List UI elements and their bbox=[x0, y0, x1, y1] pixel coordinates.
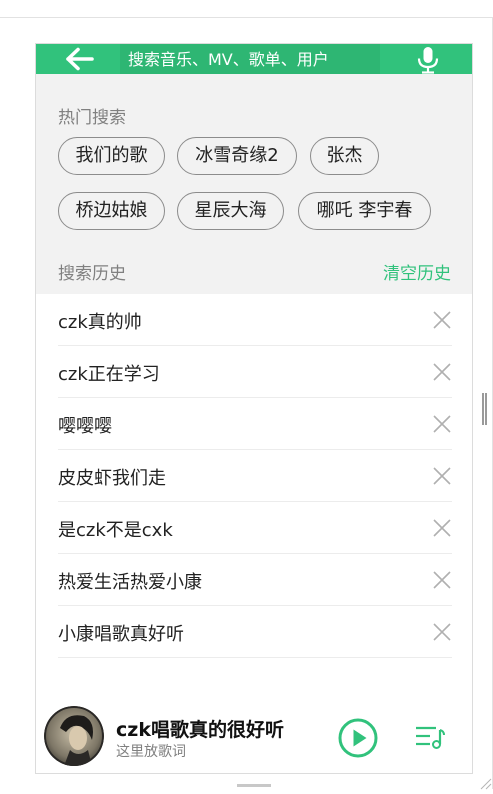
history-item-label: czk正在学习 bbox=[58, 364, 160, 385]
history-item[interactable]: 小康唱歌真好听 bbox=[58, 606, 452, 658]
delete-history-button[interactable] bbox=[432, 362, 452, 382]
hot-tag[interactable]: 冰雪奇缘2 bbox=[177, 137, 297, 175]
hot-tag[interactable]: 桥边姑娘 bbox=[58, 192, 165, 230]
close-icon bbox=[433, 519, 451, 537]
album-art-image bbox=[44, 706, 104, 766]
album-cover[interactable] bbox=[44, 706, 104, 766]
history-item[interactable]: 皮皮虾我们走 bbox=[58, 450, 452, 502]
history-item[interactable]: czk真的帅 bbox=[58, 294, 452, 346]
delete-history-button[interactable] bbox=[432, 622, 452, 642]
bottom-resize-handle[interactable] bbox=[237, 784, 271, 787]
history-item[interactable]: 热爱生活热爱小康 bbox=[58, 554, 452, 606]
resize-grip[interactable] bbox=[482, 393, 487, 425]
close-icon bbox=[433, 415, 451, 433]
close-icon bbox=[433, 623, 451, 641]
history-item-label: 热爱生活热爱小康 bbox=[58, 572, 202, 593]
song-lyric: 这里放歌词 bbox=[116, 744, 186, 760]
search-header bbox=[36, 44, 472, 74]
history-item[interactable]: czk正在学习 bbox=[58, 346, 452, 398]
history-item[interactable]: 是czk不是cxk bbox=[58, 502, 452, 554]
delete-history-button[interactable] bbox=[432, 518, 452, 538]
playlist-icon bbox=[416, 726, 445, 749]
history-header: 搜索历史 清空历史 bbox=[36, 249, 472, 293]
resize-corner-icon bbox=[480, 778, 492, 790]
close-icon bbox=[433, 467, 451, 485]
history-item-label: 小康唱歌真好听 bbox=[58, 624, 184, 645]
song-title: czk唱歌真的很好听 bbox=[116, 719, 284, 741]
corner-resize-grip[interactable] bbox=[478, 775, 492, 790]
clear-history-button[interactable]: 清空历史 bbox=[383, 259, 451, 284]
app-frame: 热门搜索 我们的歌 冰雪奇缘2 张杰 桥边姑娘 星辰大海 哪吒 李宇春 搜索历史… bbox=[35, 43, 473, 774]
microphone-icon bbox=[417, 47, 439, 74]
search-input[interactable] bbox=[128, 44, 368, 74]
search-field[interactable] bbox=[120, 44, 380, 74]
window-top-divider bbox=[0, 17, 493, 18]
history-item-label: 皮皮虾我们走 bbox=[58, 468, 166, 489]
hot-tag[interactable]: 张杰 bbox=[310, 137, 379, 175]
delete-history-button[interactable] bbox=[432, 310, 452, 330]
hot-search-title: 热门搜索 bbox=[58, 108, 126, 128]
history-item[interactable]: 嘤嘤嘤 bbox=[58, 398, 452, 450]
play-circle-icon bbox=[338, 718, 378, 758]
arrow-left-icon bbox=[66, 47, 94, 71]
close-icon bbox=[433, 571, 451, 589]
hot-tag[interactable]: 星辰大海 bbox=[177, 192, 284, 230]
history-item-label: 是czk不是cxk bbox=[58, 520, 173, 541]
back-button[interactable] bbox=[64, 47, 96, 71]
close-icon bbox=[433, 311, 451, 329]
hot-tag[interactable]: 我们的歌 bbox=[58, 137, 165, 175]
voice-search-button[interactable] bbox=[414, 46, 442, 74]
delete-history-button[interactable] bbox=[432, 466, 452, 486]
history-title: 搜索历史 bbox=[58, 264, 126, 284]
delete-history-button[interactable] bbox=[432, 570, 452, 590]
playlist-button[interactable] bbox=[414, 724, 446, 750]
history-item-label: 嘤嘤嘤 bbox=[58, 416, 112, 437]
history-list: czk真的帅 czk正在学习 嘤嘤嘤 皮皮虾我们走 是czk不是cxk 热爱生活… bbox=[36, 294, 472, 689]
close-icon bbox=[433, 363, 451, 381]
history-item-label: czk真的帅 bbox=[58, 312, 142, 333]
play-button[interactable] bbox=[338, 718, 378, 758]
delete-history-button[interactable] bbox=[432, 414, 452, 434]
hot-tag[interactable]: 哪吒 李宇春 bbox=[298, 192, 431, 230]
mini-player: czk唱歌真的很好听 这里放歌词 bbox=[36, 689, 472, 773]
